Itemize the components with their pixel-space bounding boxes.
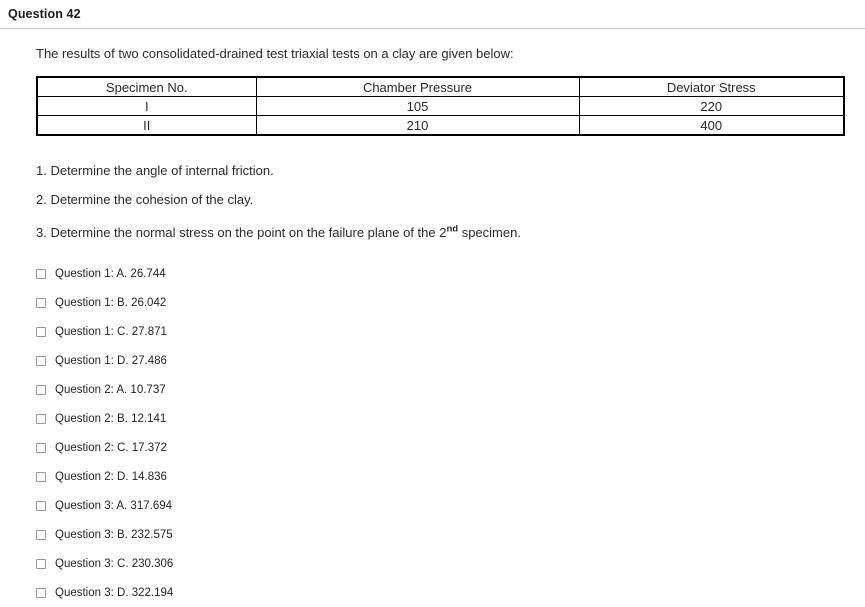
table-header-row: Specimen No. Chamber Pressure Deviator S… — [36, 76, 845, 97]
choice-row-q2-c[interactable]: Question 2: C. 17.372 — [36, 433, 865, 462]
intro-text: The results of two consolidated-drained … — [36, 46, 514, 61]
prompt-item-2: 2. Determine the cohesion of the clay. — [36, 192, 254, 207]
prompt-item-3-post: specimen. — [458, 225, 521, 240]
choice-label: Question 2: C. 17.372 — [55, 441, 167, 454]
choice-row-q3-c[interactable]: Question 3: C. 230.306 — [36, 549, 865, 578]
column-header-deviator-stress: Deviator Stress — [578, 76, 845, 97]
column-header-chamber-pressure: Chamber Pressure — [255, 76, 580, 97]
prompt-item-3: 3. Determine the normal stress on the po… — [36, 223, 865, 241]
choice-label: Question 2: D. 14.836 — [55, 470, 167, 483]
checkbox-icon[interactable] — [36, 558, 46, 569]
prompt-item-3-pre: 3. Determine the normal stress on the po… — [36, 225, 447, 240]
cell-chamber-pressure: 105 — [255, 96, 580, 116]
choice-label: Question 3: C. 230.306 — [55, 557, 174, 570]
checkbox-icon[interactable] — [36, 268, 46, 279]
choice-row-q3-d[interactable]: Question 3: D. 322.194 — [36, 578, 865, 607]
page-title: Question 42 — [8, 7, 81, 21]
choice-label: Question 1: A. 26.744 — [55, 267, 166, 280]
cell-specimen: II — [36, 115, 257, 136]
choice-label: Question 1: D. 27.486 — [55, 354, 167, 367]
checkbox-icon[interactable] — [36, 413, 46, 424]
choice-row-q1-a[interactable]: Question 1: A. 26.744 — [36, 259, 865, 288]
cell-deviator-stress: 400 — [578, 115, 845, 136]
checkbox-icon[interactable] — [36, 529, 46, 540]
prompt-item-1: 1. Determine the angle of internal frict… — [36, 163, 274, 178]
column-header-specimen: Specimen No. — [36, 76, 257, 97]
choice-label: Question 1: B. 26.042 — [55, 296, 167, 309]
table-row: I 105 220 — [36, 96, 845, 116]
cell-specimen: I — [36, 96, 257, 116]
prompt-item-3-superscript: nd — [446, 223, 459, 235]
choice-row-q1-d[interactable]: Question 1: D. 27.486 — [36, 346, 865, 375]
choice-row-q2-d[interactable]: Question 2: D. 14.836 — [36, 462, 865, 491]
prompt-list: 1. Determine the angle of internal frict… — [36, 163, 865, 241]
choice-label: Question 2: B. 12.141 — [55, 412, 167, 425]
choice-label: Question 2: A. 10.737 — [55, 383, 166, 396]
choice-row-q1-b[interactable]: Question 1: B. 26.042 — [36, 288, 865, 317]
checkbox-icon[interactable] — [36, 326, 46, 337]
cell-deviator-stress: 220 — [578, 96, 845, 116]
choice-label: Question 3: B. 232.575 — [55, 528, 173, 541]
checkbox-icon[interactable] — [36, 587, 46, 598]
choice-row-q2-a[interactable]: Question 2: A. 10.737 — [36, 375, 865, 404]
cell-chamber-pressure: 210 — [255, 115, 580, 136]
question-header: Question 42 — [0, 0, 865, 29]
checkbox-icon[interactable] — [36, 384, 46, 395]
checkbox-icon[interactable] — [36, 500, 46, 511]
checkbox-icon[interactable] — [36, 355, 46, 366]
question-body: The results of two consolidated-drained … — [0, 46, 865, 607]
choice-row-q2-b[interactable]: Question 2: B. 12.141 — [36, 404, 865, 433]
choice-row-q3-b[interactable]: Question 3: B. 232.575 — [36, 520, 865, 549]
results-table: Specimen No. Chamber Pressure Deviator S… — [36, 76, 845, 136]
checkbox-icon[interactable] — [36, 471, 46, 482]
choice-row-q1-c[interactable]: Question 1: C. 27.871 — [36, 317, 865, 346]
choice-row-q3-a[interactable]: Question 3: A. 317.694 — [36, 491, 865, 520]
checkbox-icon[interactable] — [36, 442, 46, 453]
choice-label: Question 3: A. 317.694 — [55, 499, 173, 512]
table-row: II 210 400 — [36, 115, 845, 136]
checkbox-icon[interactable] — [36, 297, 46, 308]
choice-list: Question 1: A. 26.744 Question 1: B. 26.… — [36, 259, 865, 607]
choice-label: Question 1: C. 27.871 — [55, 325, 167, 338]
